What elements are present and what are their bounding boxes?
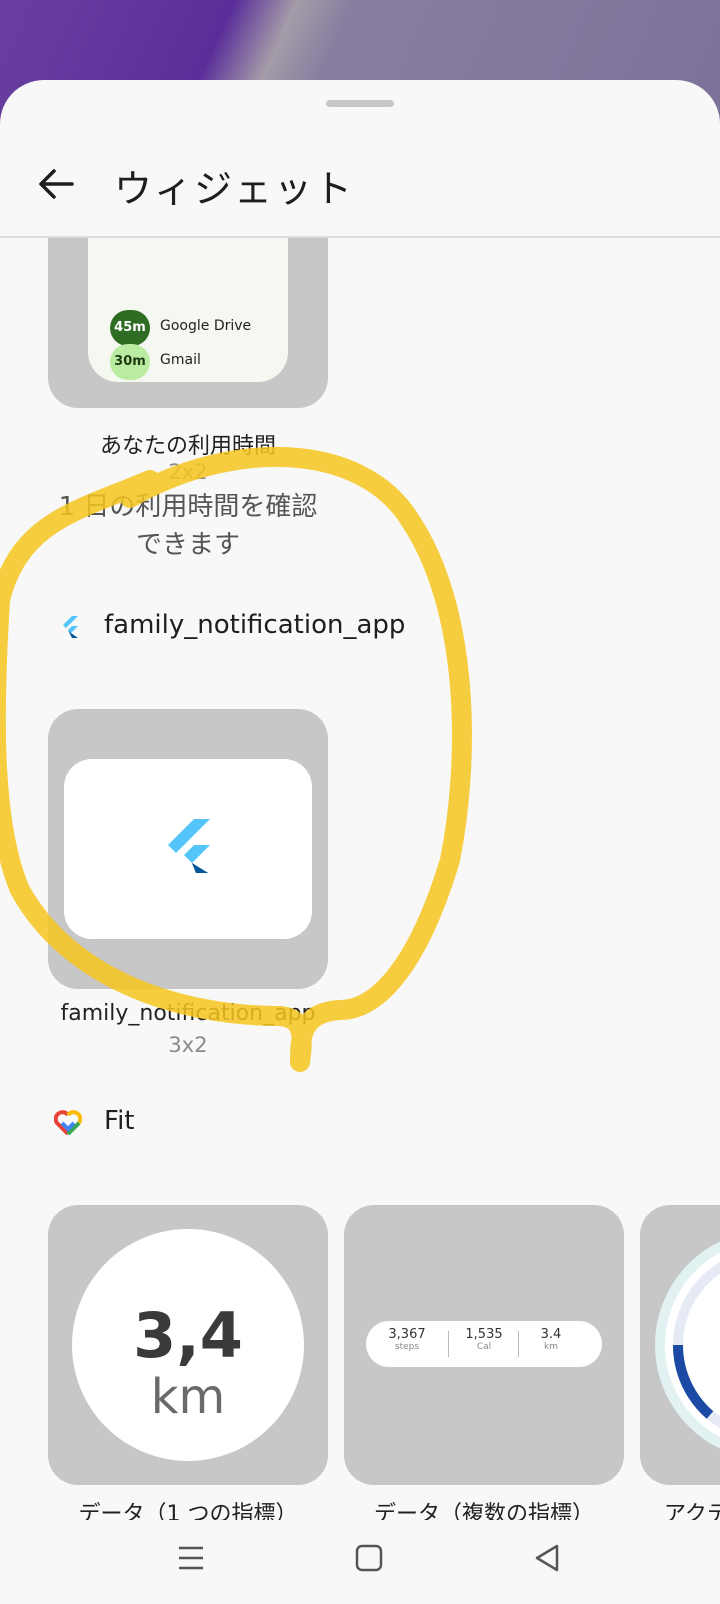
back-button[interactable] — [34, 162, 78, 206]
widget-preview — [64, 759, 312, 939]
metric-unit: km — [150, 1369, 226, 1425]
page-title: ウィジェット — [114, 167, 355, 211]
metric-label: steps — [394, 1342, 420, 1352]
flutter-logo-icon — [168, 819, 210, 873]
widget-card-fit-activity[interactable] — [640, 1205, 720, 1485]
usage-time-pill: 45m — [110, 310, 150, 346]
metric-value: 3.4 — [540, 1327, 562, 1342]
metric-value: 3,4 — [133, 1299, 243, 1372]
home-button[interactable] — [347, 1536, 391, 1580]
widget-card-fit-single[interactable]: 3,4 km — [48, 1205, 328, 1485]
description-line: できます — [135, 530, 240, 560]
arrow-left-icon — [39, 169, 74, 199]
widget-description: 1 日の利用時間を確認 できます — [38, 488, 338, 564]
metric-steps: 3,367 steps — [372, 1327, 442, 1352]
metric-value: 1,535 — [465, 1327, 503, 1342]
google-fit-heart-icon — [54, 1110, 82, 1136]
app-name: family_notification_app — [104, 610, 406, 640]
menu-button[interactable] — [169, 1536, 213, 1580]
metric-value: 3,367 — [388, 1327, 426, 1342]
metric-circle: 3,4 km — [72, 1229, 304, 1461]
widget-size: 3x2 — [168, 1033, 208, 1057]
widget-card-fit-multi[interactable]: 3,367 steps 1,535 Cal 3.4 km — [344, 1205, 624, 1485]
widget-sheet: ウィジェット 45m Google Drive 30m Gmail あなたの利用… — [0, 80, 720, 1604]
metric-label: km — [544, 1342, 558, 1352]
metric-km: 3.4 km — [516, 1327, 586, 1352]
description-line: 1 日の利用時間を確認 — [58, 492, 318, 522]
usage-time-pill: 30m — [110, 344, 150, 380]
metric-cal: 1,535 Cal — [449, 1327, 519, 1352]
menu-icon — [179, 1546, 203, 1570]
widget-name: family_notification_app — [60, 1001, 316, 1026]
header: ウィジェット — [0, 140, 720, 238]
widget-list[interactable]: 45m Google Drive 30m Gmail あなたの利用時間 2x2 … — [0, 238, 720, 1598]
metric-label: Cal — [476, 1342, 492, 1352]
usage-app-name: Google Drive — [160, 318, 252, 334]
widget-card-family[interactable] — [48, 709, 328, 989]
flutter-logo-icon — [63, 616, 78, 638]
usage-preview: 45m Google Drive 30m Gmail — [88, 238, 288, 382]
nav-back-button[interactable] — [525, 1536, 569, 1580]
home-square-icon — [355, 1544, 383, 1572]
app-name: Fit — [104, 1106, 135, 1136]
drag-handle[interactable] — [326, 100, 394, 107]
back-triangle-icon — [535, 1544, 559, 1572]
widget-card-usage[interactable]: 45m Google Drive 30m Gmail — [48, 238, 328, 408]
metrics-pill: 3,367 steps 1,535 Cal 3.4 km — [366, 1321, 602, 1367]
widget-name: あなたの利用時間 — [99, 434, 276, 459]
usage-app-name: Gmail — [160, 352, 201, 368]
widget-size: 2x2 — [168, 460, 208, 484]
system-navbar — [0, 1520, 720, 1604]
activity-ring-icon — [655, 1241, 720, 1449]
